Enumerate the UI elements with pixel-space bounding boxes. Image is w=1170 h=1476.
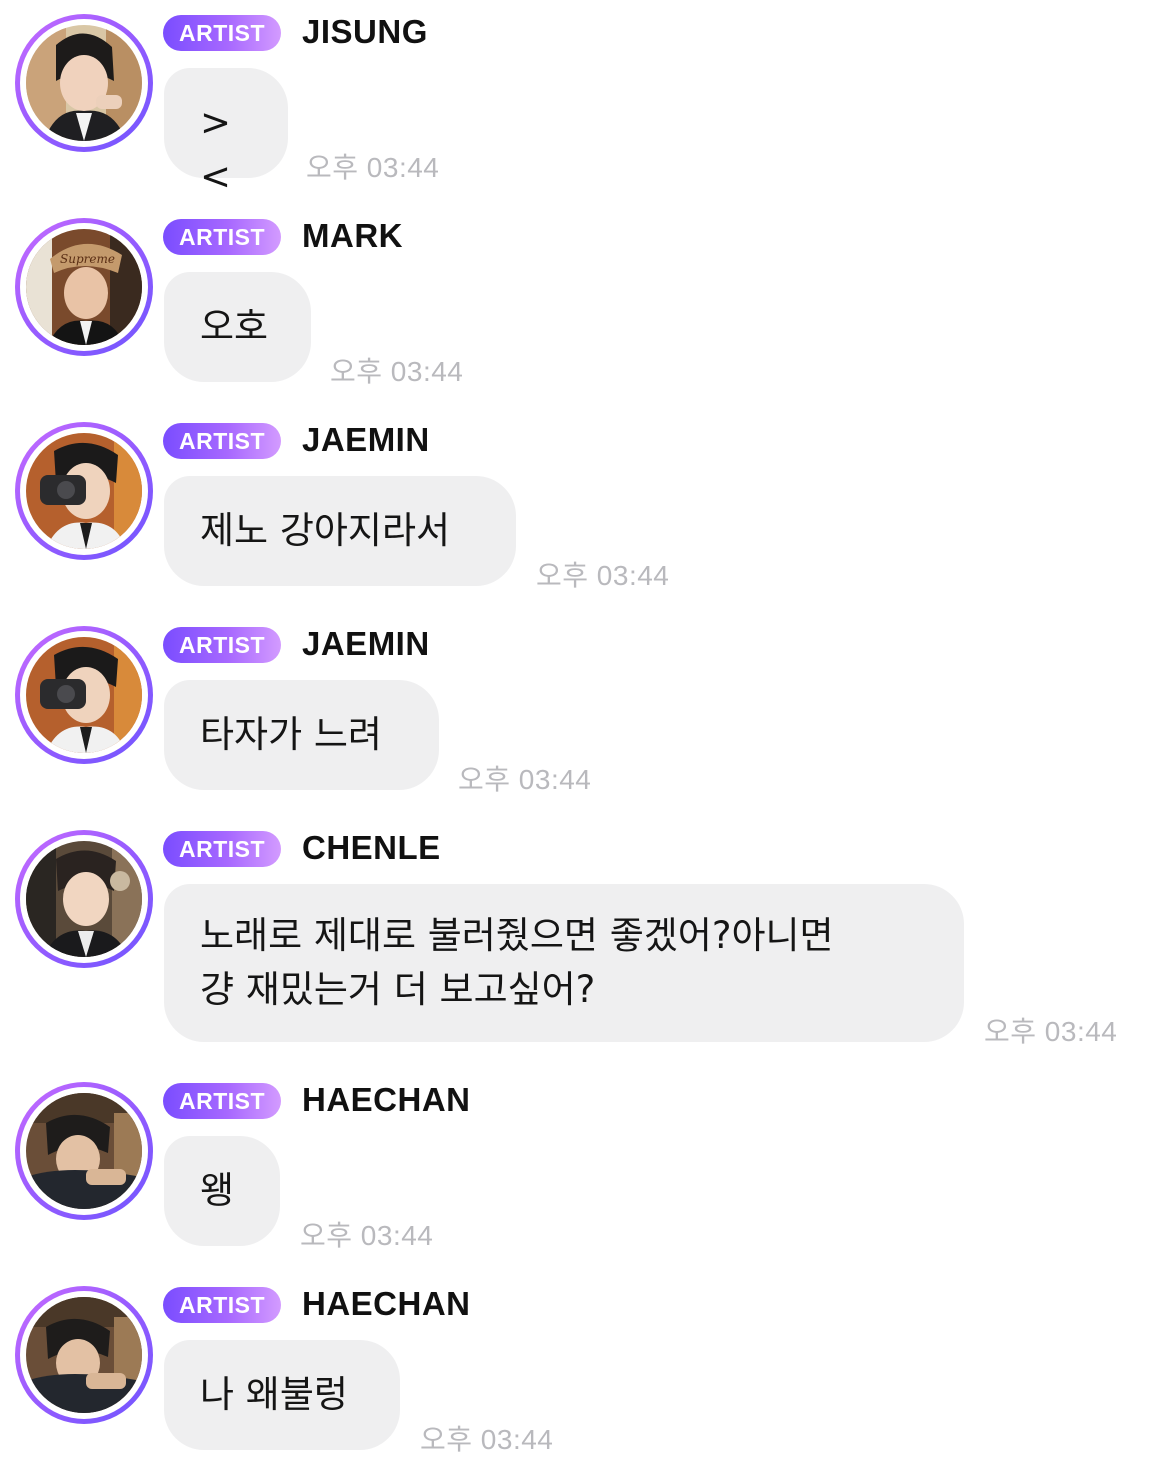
chat-message-list[interactable]: ARTIST JISUNG >< 오후 03:44 Supreme ARTIST… [0, 0, 1170, 1476]
sender-name: JAEMIN [302, 421, 430, 458]
jisung-avatar-photo [26, 25, 142, 141]
message-bubble[interactable]: 노래로 제대로 불러줬으면 좋겠어?아니면 걍 재밌는거 더 보고싶어? [164, 884, 964, 1042]
chat-message: ARTIST HAECHAN 나 왜불렁 오후 03:44 [0, 1272, 1170, 1462]
message-bubble[interactable]: 왱 [164, 1136, 280, 1246]
jaemin-avatar-photo [26, 433, 142, 549]
chat-message: ARTIST JAEMIN 제노 강아지라서 오후 03:44 [0, 408, 1170, 598]
message-bubble[interactable]: 나 왜불렁 [164, 1340, 400, 1450]
sender-name: JAEMIN [302, 625, 430, 662]
avatar[interactable] [15, 830, 153, 968]
chat-message: ARTIST CHENLE 노래로 제대로 불러줬으면 좋겠어?아니면 걍 재밌… [0, 816, 1170, 1062]
chat-message: ARTIST JAEMIN 타자가 느려 오후 03:44 [0, 612, 1170, 802]
artist-badge: ARTIST [163, 15, 281, 51]
sender-name: MARK [302, 217, 403, 254]
message-bubble[interactable]: 제노 강아지라서 [164, 476, 516, 586]
message-time: 오후 03:44 [300, 1220, 434, 1251]
avatar[interactable] [15, 1286, 153, 1424]
jaemin-avatar-photo [26, 637, 142, 753]
chat-message: Supreme ARTIST MARK 오호 오후 03:44 [0, 204, 1170, 394]
artist-badge: ARTIST [163, 627, 281, 663]
sender-name: CHENLE [302, 829, 441, 866]
chenle-avatar-photo [26, 841, 142, 957]
message-bubble[interactable]: 오호 [164, 272, 311, 382]
avatar[interactable] [15, 14, 153, 152]
haechan-avatar-photo [26, 1297, 142, 1413]
avatar[interactable] [15, 626, 153, 764]
sender-name: JISUNG [302, 13, 428, 50]
avatar[interactable]: Supreme [15, 218, 153, 356]
avatar[interactable] [15, 1082, 153, 1220]
message-time: 오후 03:44 [458, 764, 592, 795]
sender-name: HAECHAN [302, 1081, 471, 1118]
artist-badge: ARTIST [163, 831, 281, 867]
chat-message: ARTIST JISUNG >< 오후 03:44 [0, 0, 1170, 198]
message-time: 오후 03:44 [420, 1424, 554, 1455]
artist-badge: ARTIST [163, 423, 281, 459]
message-time: 오후 03:44 [330, 356, 464, 387]
sender-name: HAECHAN [302, 1285, 471, 1322]
message-time: 오후 03:44 [306, 152, 440, 183]
message-bubble[interactable]: >< [164, 68, 288, 198]
artist-badge: ARTIST [163, 1083, 281, 1119]
message-bubble[interactable]: 타자가 느려 [164, 680, 439, 790]
chat-message: ARTIST HAECHAN 왱 오후 03:44 [0, 1068, 1170, 1258]
mark-avatar-photo: Supreme [26, 229, 142, 345]
svg-text:Supreme: Supreme [60, 252, 115, 266]
artist-badge: ARTIST [163, 1287, 281, 1323]
message-time: 오후 03:44 [536, 560, 670, 591]
haechan-avatar-photo [26, 1093, 142, 1209]
artist-badge: ARTIST [163, 219, 281, 255]
avatar[interactable] [15, 422, 153, 560]
message-time: 오후 03:44 [984, 1016, 1118, 1047]
